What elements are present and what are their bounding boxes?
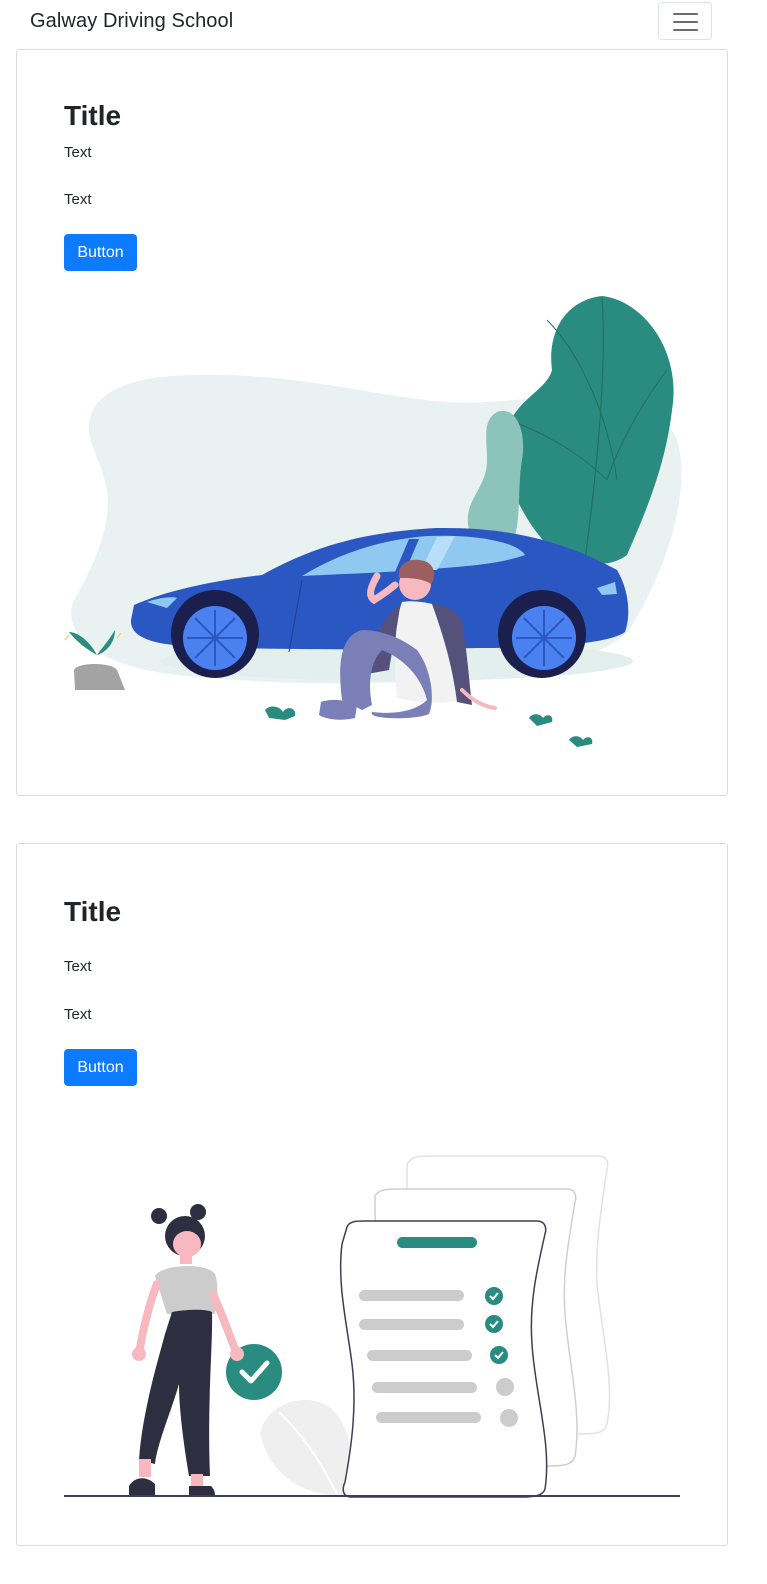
checklist-illustration bbox=[64, 1155, 680, 1498]
brand[interactable]: Galway Driving School bbox=[30, 10, 233, 33]
menu-toggle-button[interactable] bbox=[658, 2, 712, 40]
card-2: Title Text Text Button bbox=[16, 843, 728, 1546]
hamburger-icon bbox=[673, 13, 698, 31]
card-1: Title Text Text Button bbox=[16, 49, 728, 796]
car-illustration bbox=[64, 296, 682, 747]
navbar: Galway Driving School bbox=[0, 0, 767, 46]
